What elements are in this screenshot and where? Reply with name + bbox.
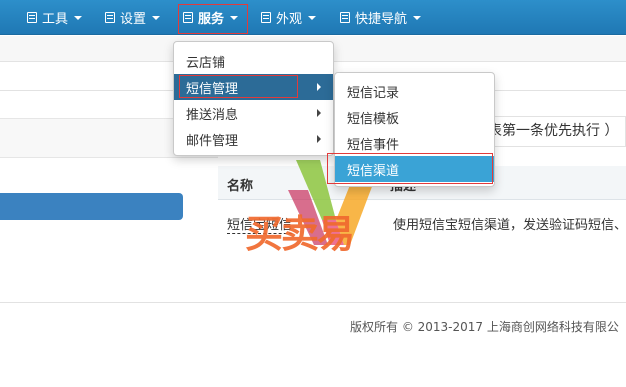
top-navbar: 工具 设置 服务 外观 快捷导航: [0, 0, 626, 35]
caret-down-icon: [152, 15, 161, 20]
nav-services-label: 服务: [198, 12, 225, 27]
menu-item-label: 短信事件: [347, 137, 400, 153]
menu-item-label: 推送消息: [186, 107, 239, 123]
list-icon: [340, 12, 350, 23]
menu-item-label: 短信记录: [347, 85, 400, 101]
side-active-bar[interactable]: [0, 193, 183, 220]
list-icon: [183, 12, 193, 23]
column-header-name: 名称: [227, 179, 254, 194]
menu-item-cloud-store[interactable]: 云店铺: [174, 48, 333, 74]
cell-channel-description: 使用短信宝短信渠道，发送验证码短信、: [393, 218, 626, 233]
nav-quick-nav-label: 快捷导航: [355, 12, 408, 27]
menu-item-sms-records[interactable]: 短信记录: [335, 78, 494, 104]
page: 工具 设置 服务 外观 快捷导航 表第一条优先执行 ） 名称 短信宝短信 使用短…: [0, 0, 626, 387]
notice-text: 表第一条优先执行 ）: [488, 123, 619, 139]
nav-tools-label: 工具: [42, 12, 69, 27]
nav-settings-label: 设置: [120, 12, 147, 27]
chevron-right-icon: [317, 135, 321, 143]
list-icon: [261, 12, 271, 23]
caret-down-icon: [74, 15, 83, 20]
watermark-text: 买卖易: [245, 212, 355, 256]
menu-item-sms-templates[interactable]: 短信模板: [335, 104, 494, 130]
caret-down-icon: [308, 15, 317, 20]
chevron-right-icon: [317, 83, 321, 91]
menu-item-label: 短信渠道: [347, 163, 400, 179]
menu-item-mail-management[interactable]: 邮件管理: [174, 126, 333, 152]
sms-submenu: 短信记录 短信模板 短信事件 短信渠道: [334, 72, 495, 187]
list-icon: [27, 12, 37, 23]
nav-appearance[interactable]: 外观: [261, 0, 317, 35]
caret-down-icon: [413, 15, 422, 20]
nav-settings[interactable]: 设置: [105, 0, 161, 35]
menu-item-label: 云店铺: [186, 55, 226, 71]
nav-services[interactable]: 服务: [183, 0, 239, 35]
chevron-right-icon: [317, 109, 321, 117]
menu-item-push-messages[interactable]: 推送消息: [174, 100, 333, 126]
menu-item-label: 邮件管理: [186, 133, 239, 149]
menu-item-label: 短信模板: [347, 111, 400, 127]
caret-down-icon: [230, 15, 239, 20]
menu-item-sms-management[interactable]: 短信管理: [174, 74, 333, 100]
nav-quick-nav[interactable]: 快捷导航: [340, 0, 422, 35]
list-icon: [105, 12, 115, 23]
footer-copyright: 版权所有 © 2013-2017 上海商创网络科技有限公: [350, 320, 619, 334]
menu-item-sms-channels[interactable]: 短信渠道: [335, 156, 494, 182]
services-dropdown: 云店铺 短信管理 推送消息 邮件管理: [173, 41, 334, 156]
nav-appearance-label: 外观: [276, 12, 303, 27]
footer-divider: [0, 302, 626, 303]
nav-tools[interactable]: 工具: [27, 0, 83, 35]
menu-item-label: 短信管理: [186, 81, 239, 97]
menu-item-sms-events[interactable]: 短信事件: [335, 130, 494, 156]
